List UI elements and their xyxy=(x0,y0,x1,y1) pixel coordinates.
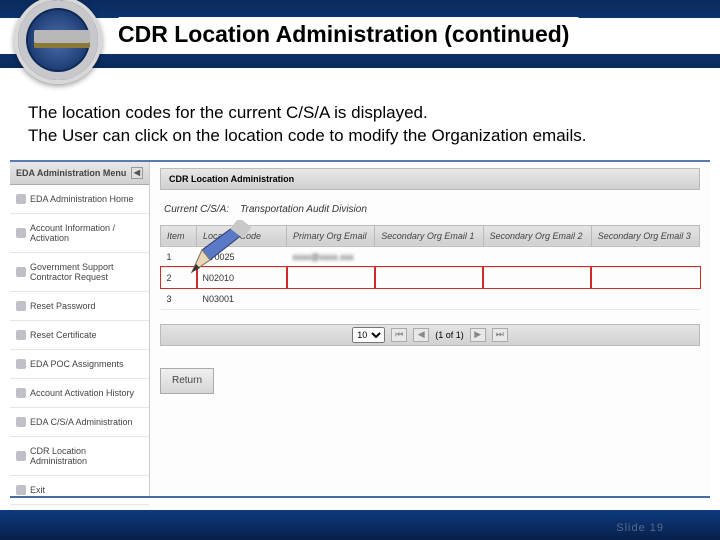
return-button[interactable]: Return xyxy=(160,368,214,394)
pager-next-button[interactable]: ▶ xyxy=(470,328,486,342)
sidebar-item-label: EDA POC Assignments xyxy=(30,359,124,369)
csia-label: Current C/S/A: xyxy=(164,204,229,215)
sidebar-item-reset-password[interactable]: Reset Password xyxy=(10,292,149,321)
col-sec-email-3: Secondary Org Email 3 xyxy=(591,225,699,246)
col-location: Location Code xyxy=(197,225,287,246)
table-row[interactable]: 3 N03001 xyxy=(161,288,700,309)
menu-icon xyxy=(16,301,26,311)
location-table: Item Location Code Primary Org Email Sec… xyxy=(160,225,700,310)
pager-first-button[interactable]: ⏮ xyxy=(391,328,407,342)
cell-item: 1 xyxy=(161,246,197,267)
main-tab: CDR Location Administration xyxy=(160,168,700,190)
sidebar-item-gov-support[interactable]: Government Support Contractor Request xyxy=(10,253,149,292)
sidebar-item-cdr-location[interactable]: CDR Location Administration xyxy=(10,437,149,476)
slide-number: Slide 19 xyxy=(616,522,664,534)
main-panel: CDR Location Administration Current C/S/… xyxy=(150,162,710,496)
current-csia: Current C/S/A: Transportation Audit Divi… xyxy=(164,204,700,215)
return-label: Return xyxy=(172,375,202,386)
sidebar-item-reset-cert[interactable]: Reset Certificate xyxy=(10,321,149,350)
cell-location-code[interactable]: N02010 xyxy=(197,267,287,288)
menu-icon xyxy=(16,359,26,369)
menu-icon xyxy=(16,194,26,204)
sidebar-item-label: CDR Location Administration xyxy=(30,446,143,466)
sidebar-item-account-info[interactable]: Account Information / Activation xyxy=(10,214,149,253)
sidebar-item-exit[interactable]: Exit xyxy=(10,476,149,505)
sidebar-item-label: Reset Password xyxy=(30,301,96,311)
cell-location-code[interactable]: HT0025 xyxy=(197,246,287,267)
col-sec-email-2: Secondary Org Email 2 xyxy=(483,225,591,246)
cell-location-code[interactable]: N03001 xyxy=(197,288,287,309)
table-row[interactable]: 1 HT0025 xxxx@xxxx.xxx xyxy=(161,246,700,267)
pager-last-button[interactable]: ⏭ xyxy=(492,328,508,342)
cell-item: 3 xyxy=(161,288,197,309)
cell-item: 2 xyxy=(161,267,197,288)
csia-value: Transportation Audit Division xyxy=(240,204,367,215)
menu-icon xyxy=(16,451,26,461)
sidebar-item-label: Exit xyxy=(30,485,45,495)
sidebar-item-csa-admin[interactable]: EDA C/S/A Administration xyxy=(10,408,149,437)
cell-primary-email: xxxx@xxxx.xxx xyxy=(287,246,375,267)
slide-title: CDR Location Administration (continued) xyxy=(118,17,579,52)
agency-seal-icon xyxy=(14,0,102,84)
slide-footer-bar xyxy=(0,510,720,540)
sidebar: EDA Administration Menu ◀ EDA Administra… xyxy=(10,162,150,496)
slide-header: CDR Location Administration (continued) xyxy=(0,0,720,68)
pager-prev-button[interactable]: ◀ xyxy=(413,328,429,342)
pager-bar: 10 ⏮ ◀ (1 of 1) ▶ ⏭ xyxy=(160,324,700,346)
menu-icon xyxy=(16,417,26,427)
sidebar-item-home[interactable]: EDA Administration Home xyxy=(10,185,149,214)
slide-description: The location codes for the current C/S/A… xyxy=(28,102,700,148)
sidebar-title: EDA Administration Menu xyxy=(16,168,126,178)
sidebar-item-poc[interactable]: EDA POC Assignments xyxy=(10,350,149,379)
table-row[interactable]: 2 N02010 xyxy=(161,267,700,288)
sidebar-item-label: Account Activation History xyxy=(30,388,134,398)
application-screenshot: EDA Administration Menu ◀ EDA Administra… xyxy=(10,160,710,498)
sidebar-item-label: EDA C/S/A Administration xyxy=(30,417,133,427)
sidebar-item-label: Government Support Contractor Request xyxy=(30,262,143,282)
page-size-select[interactable]: 10 xyxy=(352,327,385,343)
sidebar-collapse-button[interactable]: ◀ xyxy=(131,167,143,179)
col-item: Item xyxy=(161,225,197,246)
col-primary-email: Primary Org Email xyxy=(287,225,375,246)
col-sec-email-1: Secondary Org Email 1 xyxy=(375,225,483,246)
menu-icon xyxy=(16,330,26,340)
sidebar-item-activation-history[interactable]: Account Activation History xyxy=(10,379,149,408)
sidebar-header: EDA Administration Menu ◀ xyxy=(10,162,149,185)
sidebar-item-label: Reset Certificate xyxy=(30,330,97,340)
menu-icon xyxy=(16,485,26,495)
sidebar-item-label: EDA Administration Home xyxy=(30,194,134,204)
desc-line-1: The location codes for the current C/S/A… xyxy=(28,103,428,122)
menu-icon xyxy=(16,388,26,398)
menu-icon xyxy=(16,267,26,277)
menu-icon xyxy=(16,228,26,238)
pager-info: (1 of 1) xyxy=(435,330,464,340)
desc-line-2: The User can click on the location code … xyxy=(28,126,586,145)
sidebar-item-label: Account Information / Activation xyxy=(30,223,143,243)
